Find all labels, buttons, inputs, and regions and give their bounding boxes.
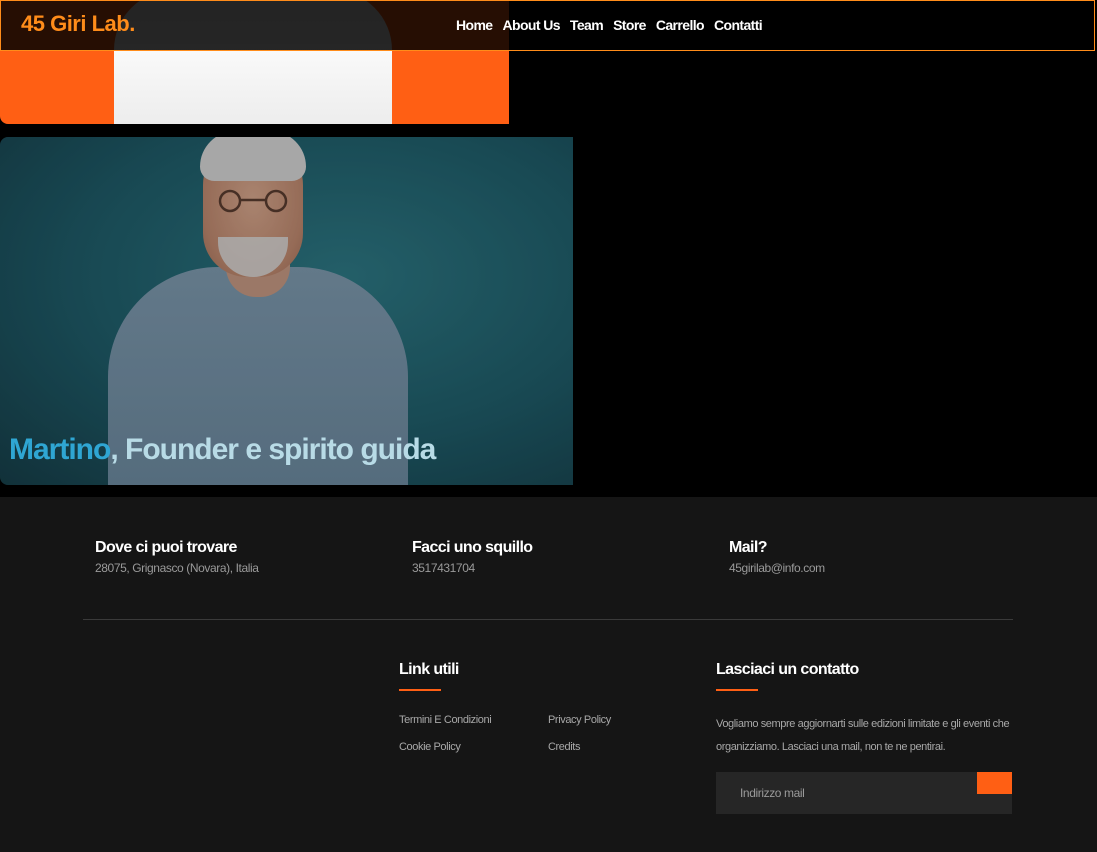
navbar: 45 Giri Lab. Home About Us Team Store Ca… xyxy=(0,0,1095,51)
newsletter-form xyxy=(716,772,1012,814)
nav-links: Home About Us Team Store Carrello Contat… xyxy=(456,17,763,33)
footer-divider xyxy=(83,619,1013,620)
footer-address: Dove ci puoi trovare 28075, Grignasco (N… xyxy=(95,539,259,575)
nav-about-us[interactable]: About Us xyxy=(503,17,561,33)
link-cookie[interactable]: Cookie Policy xyxy=(399,741,461,753)
founder-card: Martino, Founder e spirito guida xyxy=(0,137,573,485)
footer-phone-title: Facci uno squillo xyxy=(412,539,533,556)
link-terms[interactable]: Termini E Condizioni xyxy=(399,714,492,726)
founder-role: , Founder e spirito guida xyxy=(110,433,436,466)
nav-carrello[interactable]: Carrello xyxy=(656,17,705,33)
useful-links-underline xyxy=(399,689,441,691)
footer-mail-title: Mail? xyxy=(729,539,768,556)
email-input[interactable] xyxy=(716,772,956,814)
footer: Dove ci puoi trovare 28075, Grignasco (N… xyxy=(0,497,1097,852)
nav-home[interactable]: Home xyxy=(456,17,493,33)
nav-team[interactable]: Team xyxy=(570,17,604,33)
nav-contatti[interactable]: Contatti xyxy=(714,17,763,33)
founder-name: Martino xyxy=(9,433,111,466)
contact-underline xyxy=(716,689,758,691)
nav-store[interactable]: Store xyxy=(613,17,646,33)
footer-mail: Mail? 45girilab@info.com xyxy=(729,539,825,575)
footer-address-title: Dove ci puoi trovare xyxy=(95,539,237,556)
contact-title: Lasciaci un contatto xyxy=(716,661,859,678)
useful-links-title: Link utili xyxy=(399,661,459,678)
brand-logo[interactable]: 45 Giri Lab. xyxy=(21,11,135,37)
footer-mail-text: 45girilab@info.com xyxy=(729,561,825,575)
footer-address-text: 28075, Grignasco (Novara), Italia xyxy=(95,561,259,575)
founder-caption: Martino, Founder e spirito guida xyxy=(9,433,436,467)
link-credits[interactable]: Credits xyxy=(548,741,580,753)
subscribe-button[interactable] xyxy=(977,772,1012,794)
footer-phone: Facci uno squillo 3517431704 xyxy=(412,539,533,575)
link-privacy[interactable]: Privacy Policy xyxy=(548,714,611,726)
footer-phone-text: 3517431704 xyxy=(412,561,475,575)
contact-description: Vogliamo sempre aggiornarti sulle edizio… xyxy=(716,718,1010,753)
